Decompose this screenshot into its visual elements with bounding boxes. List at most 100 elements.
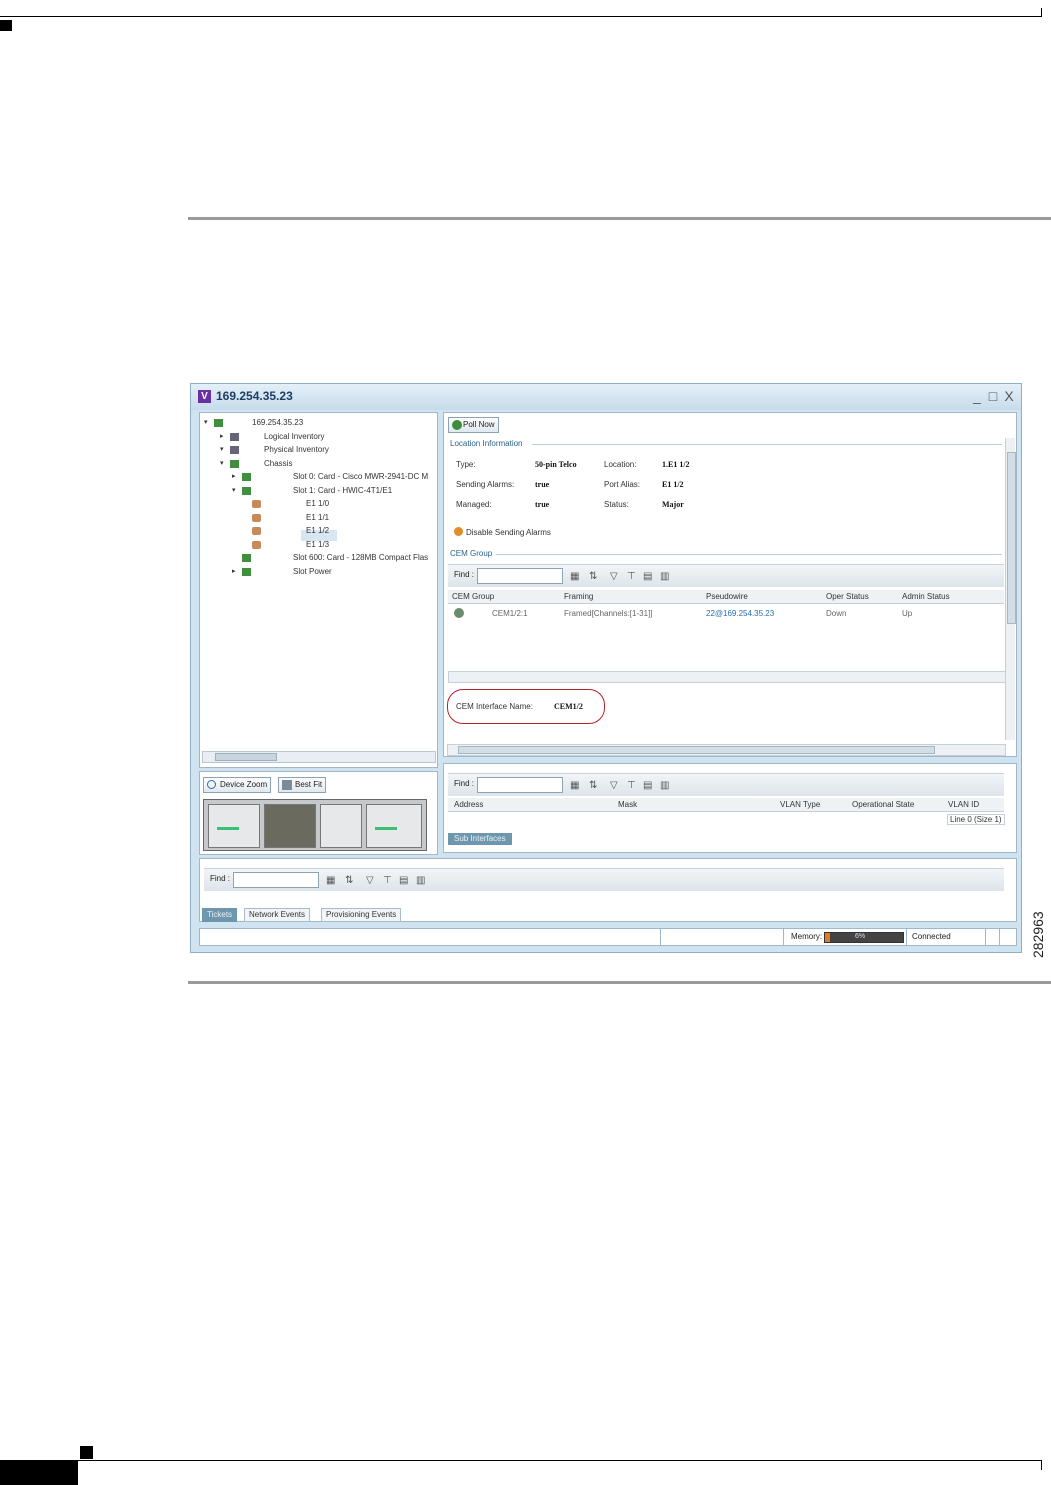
location-section-title: Location Information xyxy=(450,439,523,448)
maximize-button[interactable]: □ xyxy=(986,388,1000,404)
advanced-filter-icon[interactable]: ⊤ xyxy=(627,571,636,582)
col-admin-status[interactable]: Admin Status xyxy=(902,592,950,601)
advanced-filter-icon[interactable]: ⊤ xyxy=(627,780,636,791)
device-chassis-image[interactable] xyxy=(203,799,427,851)
table-settings-icon[interactable]: ▦ xyxy=(326,875,335,886)
sending-alarms-value: true xyxy=(535,480,550,489)
tab-provisioning-events[interactable]: Provisioning Events xyxy=(321,908,402,922)
col-oper-status[interactable]: Oper Status xyxy=(826,592,869,601)
export-icon[interactable]: ▤ xyxy=(399,875,408,886)
advanced-filter-icon[interactable]: ⊤ xyxy=(383,875,392,886)
title-bar[interactable]: V 169.254.35.23 _ □ X xyxy=(191,384,1021,410)
sort-icon[interactable]: ⇅ xyxy=(589,571,597,582)
cem-find-input[interactable] xyxy=(477,568,563,584)
events-find-input[interactable] xyxy=(233,872,319,888)
sub-find-label: Find : xyxy=(454,779,475,788)
collapse-arrow-icon[interactable]: ▾ xyxy=(204,417,208,429)
filter-icon[interactable]: ▽ xyxy=(366,875,374,886)
tree-item[interactable]: ▾ Physical Inventory xyxy=(200,444,435,456)
status-separator xyxy=(985,929,986,945)
expand-arrow-icon[interactable]: ▸ xyxy=(232,471,236,483)
tree-item[interactable]: ▾ Slot 1: Card - HWIC-4T1/E1 xyxy=(200,485,435,497)
tab-tickets[interactable]: Tickets xyxy=(202,908,238,922)
memory-percent: 6% xyxy=(855,933,866,940)
refresh-icon xyxy=(452,420,462,430)
window-title: 169.254.35.23 xyxy=(216,389,293,403)
cem-table-scrollbar[interactable] xyxy=(448,671,1006,683)
status-separator xyxy=(906,929,907,945)
expand-arrow-icon[interactable]: ▸ xyxy=(220,431,224,443)
table-settings-icon[interactable]: ▦ xyxy=(570,780,579,791)
properties-horizontal-scrollbar[interactable] xyxy=(447,744,1006,756)
tab-network-events[interactable]: Network Events xyxy=(244,908,311,922)
port-alias-label: Port Alias: xyxy=(604,480,641,489)
export-icon[interactable]: ▤ xyxy=(643,780,652,791)
tree-item[interactable]: E1 1/2 xyxy=(200,525,435,537)
tree-item[interactable]: ▸ Slot 0: Card - Cisco MWR-2941-DC M xyxy=(200,471,435,483)
physical-inventory-icon xyxy=(230,446,239,454)
col-mask[interactable]: Mask xyxy=(618,800,637,809)
col-pseudowire[interactable]: Pseudowire xyxy=(706,592,748,601)
chassis-icon xyxy=(230,459,239,468)
table-row[interactable]: CEM1/2:1 Framed[Channels:[1-31]] 22@169.… xyxy=(448,605,1004,621)
expand-arrow-icon[interactable]: ▸ xyxy=(232,566,236,578)
col-cem-group[interactable]: CEM Group xyxy=(452,592,494,601)
device-zoom-button[interactable]: Device Zoom xyxy=(203,777,272,793)
type-label: Type: xyxy=(456,460,476,469)
logical-inventory-icon xyxy=(230,432,239,441)
cell-admin-status: Up xyxy=(902,609,913,618)
col-vlan-type[interactable]: VLAN Type xyxy=(780,800,820,809)
tree-item[interactable]: ▾ Chassis xyxy=(200,458,435,470)
memory-label: Memory: xyxy=(791,932,823,941)
tab-sub-interfaces[interactable]: Sub Interfaces xyxy=(448,833,512,845)
properties-hscroll-thumb[interactable] xyxy=(458,746,935,754)
tree-item[interactable]: ▸ Slot Power xyxy=(200,566,435,578)
tree-item-label: Chassis xyxy=(264,458,293,468)
col-operational-state[interactable]: Operational State xyxy=(852,800,914,809)
cell-pseudowire-link[interactable]: 22@169.254.35.23 xyxy=(706,609,774,618)
tree-scroll-thumb[interactable] xyxy=(215,753,277,761)
export-icon[interactable]: ▤ xyxy=(643,571,652,582)
disable-sending-alarms-link[interactable]: Disable Sending Alarms xyxy=(454,527,551,537)
card-icon xyxy=(242,554,251,562)
columns-icon[interactable]: ▥ xyxy=(660,780,669,791)
tree-item[interactable]: E1 1/0 xyxy=(200,498,435,510)
tree-item[interactable]: ▾ 169.254.35.23 xyxy=(200,417,435,429)
tree-item[interactable]: Slot 600: Card - 128MB Compact Flas xyxy=(200,552,435,564)
cell-cem-group: CEM1/2:1 xyxy=(492,609,528,618)
port-alias-value: E1 1/2 xyxy=(662,480,684,489)
tree-item[interactable]: E1 1/3 xyxy=(200,539,435,551)
sub-find-input[interactable] xyxy=(477,777,563,793)
collapse-arrow-icon[interactable]: ▾ xyxy=(220,458,224,470)
chassis-slot-middle xyxy=(320,804,362,848)
cem-interface-value: CEM1/2 xyxy=(554,702,583,711)
collapse-arrow-icon[interactable]: ▾ xyxy=(220,444,224,456)
collapse-arrow-icon[interactable]: ▾ xyxy=(232,485,236,497)
properties-scroll-thumb[interactable] xyxy=(1007,452,1016,624)
sort-icon[interactable]: ⇅ xyxy=(589,780,597,791)
filter-icon[interactable]: ▽ xyxy=(610,780,618,791)
columns-icon[interactable]: ▥ xyxy=(660,571,669,582)
tree-item[interactable]: ▸ Logical Inventory xyxy=(200,431,435,443)
columns-icon[interactable]: ▥ xyxy=(416,875,425,886)
tree-item-label: Slot 600: Card - 128MB Compact Flas xyxy=(293,553,429,562)
tree-item[interactable]: E1 1/1 xyxy=(200,512,435,524)
sort-icon[interactable]: ⇅ xyxy=(345,875,353,886)
best-fit-button[interactable]: Best Fit xyxy=(278,777,327,793)
col-vlan-id[interactable]: VLAN ID xyxy=(948,800,979,809)
table-settings-icon[interactable]: ▦ xyxy=(570,571,579,582)
col-address[interactable]: Address xyxy=(454,800,483,809)
footer-rule-tick xyxy=(1041,1460,1042,1470)
sub-interfaces-panel: Find : ▦ ⇅ ▽ ⊤ ▤ ▥ Address Mask VLAN Typ… xyxy=(443,763,1017,853)
properties-vertical-scrollbar[interactable] xyxy=(1005,438,1016,740)
close-button[interactable]: X xyxy=(1002,388,1016,404)
col-framing[interactable]: Framing xyxy=(564,592,593,601)
slot-led xyxy=(375,827,397,830)
tree-horizontal-scrollbar[interactable] xyxy=(202,751,436,763)
poll-now-label: Poll Now xyxy=(463,420,495,429)
poll-now-button[interactable]: Poll Now xyxy=(448,417,499,433)
cell-framing: Framed[Channels:[1-31]] xyxy=(564,609,653,618)
device-view-panel: Device Zoom Best Fit xyxy=(199,771,438,855)
filter-icon[interactable]: ▽ xyxy=(610,571,618,582)
minimize-button[interactable]: _ xyxy=(970,388,984,404)
